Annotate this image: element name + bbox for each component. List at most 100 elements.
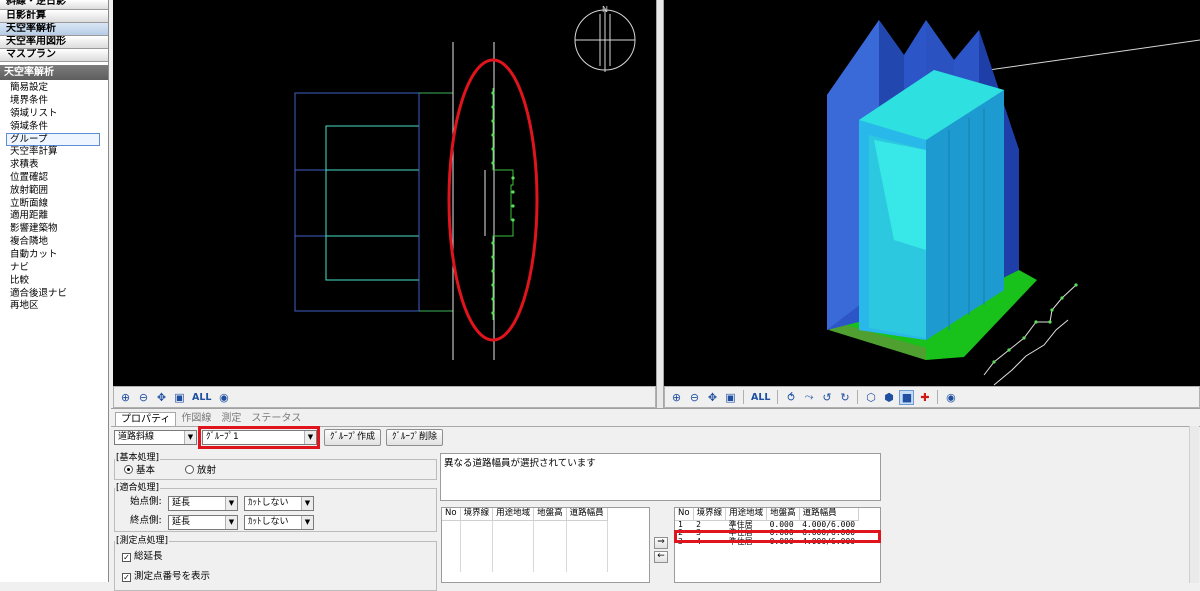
- sidebar-item[interactable]: 簡易設定: [0, 82, 108, 95]
- start-cut-value: ｶｯﾄしない: [248, 498, 289, 508]
- rotate-tilt-icon[interactable]: ⤳: [801, 390, 816, 405]
- start-side-label: 始点側:: [130, 496, 162, 507]
- sidebar-section-header: 天空率解析: [0, 65, 108, 80]
- sidebar-item[interactable]: 影響建築物: [0, 223, 108, 236]
- start-mode-value: 延長: [172, 498, 191, 508]
- hidden-line-icon[interactable]: ⬢: [881, 390, 896, 405]
- tab-properties[interactable]: プロパティ: [115, 412, 177, 426]
- sidebar-item[interactable]: 自動カット: [0, 249, 108, 262]
- sidebar-top-button[interactable]: 日影計算: [0, 10, 108, 23]
- column-header[interactable]: 地盤高: [533, 508, 567, 521]
- view-splitter[interactable]: [656, 0, 664, 408]
- basic-process-group: [基本処理] 基本 放射: [114, 453, 437, 480]
- radio-radial[interactable]: 放射: [185, 465, 216, 477]
- toolbar-separator: [857, 390, 859, 404]
- sidebar-item-selected[interactable]: グループ: [6, 133, 100, 147]
- column-header[interactable]: 用途地域: [492, 508, 535, 521]
- sidebar-item[interactable]: 位置確認: [0, 172, 108, 185]
- zoom-out-icon[interactable]: ⊖: [136, 390, 151, 405]
- chevron-down-icon: ▼: [225, 516, 237, 529]
- radio-basic[interactable]: 基本: [124, 465, 155, 477]
- sidebar-item[interactable]: 求積表: [0, 159, 108, 172]
- sidebar-item[interactable]: 立断面線: [0, 198, 108, 211]
- sidebar-item[interactable]: 放射範囲: [0, 185, 108, 198]
- move-left-button[interactable]: ←: [654, 551, 668, 563]
- eye-icon[interactable]: ◉: [216, 390, 231, 405]
- perspective-view-3d[interactable]: [664, 0, 1200, 386]
- sidebar-item[interactable]: 天空率計算: [0, 146, 108, 159]
- rotate-horizontal-icon[interactable]: ⥀: [783, 390, 798, 405]
- sidebar-top-button[interactable]: 天空率用図形: [0, 36, 108, 49]
- perspective-view-toolbar: ⊕ ⊖ ✥ ▣ ALL ⥀ ⤳ ↺ ↻ ⬡ ⬢ ■ ✚ ◉: [664, 386, 1200, 408]
- highlight-box-row: [674, 530, 881, 543]
- create-group-button[interactable]: ｸﾞﾙｰﾌﾟ作成: [324, 429, 381, 446]
- start-mode-select[interactable]: 延長 ▼: [168, 496, 238, 511]
- measure-point-group: [測定点処理] ✓ 総延長 ✓ 測定点番号を表示: [114, 536, 437, 591]
- column-header[interactable]: 地盤高: [766, 508, 800, 521]
- sidebar-top-button[interactable]: 斜線・逆日影: [0, 0, 108, 10]
- sidebar-item[interactable]: 境界条件: [0, 95, 108, 108]
- sidebar-item[interactable]: 領域リスト: [0, 108, 108, 121]
- slant-type-select[interactable]: 道路斜線 ▼: [114, 430, 197, 445]
- rotate-left-icon[interactable]: ↺: [819, 390, 834, 405]
- zoom-all-button[interactable]: ALL: [749, 390, 772, 405]
- group-roads-table[interactable]: No 境界線 用途地域 地盤高 道路幅員 1 2 準住居 0.000 4.000…: [674, 507, 881, 583]
- sidebar: 斜線・逆日影 日影計算 天空率解析 天空率用図形 マスプラン 天空率解析 簡易設…: [0, 0, 109, 582]
- toolbar-separator: [743, 390, 744, 404]
- column-header[interactable]: No: [675, 508, 694, 521]
- shaded-view-icon[interactable]: ■: [899, 389, 915, 405]
- adapt-process-group: [適合処理] 始点側: 延長 ▼ ｶｯﾄしない ▼ 終点側: 延長 ▼ ｶｯﾄし…: [114, 483, 437, 532]
- sidebar-item[interactable]: 比較: [0, 275, 108, 288]
- panel-scrollbar[interactable]: [1189, 426, 1199, 583]
- total-length-checkbox[interactable]: ✓ 総延長: [122, 551, 163, 563]
- measure-point-title: [測定点処理]: [115, 536, 170, 547]
- end-cut-select[interactable]: ｶｯﾄしない ▼: [244, 515, 314, 530]
- building-3d-model: [827, 20, 1200, 386]
- zoom-out-icon[interactable]: ⊖: [687, 390, 702, 405]
- sidebar-item[interactable]: 複合隣地: [0, 236, 108, 249]
- zoom-window-icon[interactable]: ▣: [723, 390, 738, 405]
- highlight-box-group: [198, 426, 320, 449]
- tab-drawing-lines[interactable]: 作図線: [176, 412, 216, 426]
- section-cut-icon[interactable]: ✚: [917, 390, 932, 405]
- rotate-right-icon[interactable]: ↻: [837, 390, 852, 405]
- zoom-in-icon[interactable]: ⊕: [118, 390, 133, 405]
- show-point-numbers-checkbox[interactable]: ✓ 測定点番号を表示: [122, 571, 210, 583]
- column-header[interactable]: 境界線: [693, 508, 727, 521]
- plan-view-2d[interactable]: N: [113, 0, 656, 386]
- pan-icon[interactable]: ✥: [154, 390, 169, 405]
- wireframe-icon[interactable]: ⬡: [863, 390, 878, 405]
- pan-icon[interactable]: ✥: [705, 390, 720, 405]
- sidebar-item[interactable]: 領域条件: [0, 121, 108, 134]
- zoom-all-button[interactable]: ALL: [190, 390, 213, 405]
- move-right-button[interactable]: ⇒: [654, 537, 668, 549]
- tab-measure[interactable]: 測定: [216, 412, 246, 426]
- column-header[interactable]: 道路幅員: [799, 508, 859, 521]
- eye-icon[interactable]: ◉: [943, 390, 958, 405]
- panel-tabs: プロパティ 作図線 測定 ステータス: [115, 412, 306, 426]
- sidebar-item[interactable]: 適合後退ナビ: [0, 288, 108, 301]
- sidebar-top-button-active[interactable]: 天空率解析: [0, 23, 108, 36]
- property-panel: プロパティ 作図線 測定 ステータス 道路斜線 ▼ ｸﾞﾙｰﾌﾟ1 ▼ ｸﾞﾙｰ…: [111, 408, 1200, 591]
- zoom-in-icon[interactable]: ⊕: [669, 390, 684, 405]
- column-header[interactable]: No: [442, 508, 461, 521]
- plan-drawing: N: [294, 5, 636, 360]
- end-mode-select[interactable]: 延長 ▼: [168, 515, 238, 530]
- start-cut-select[interactable]: ｶｯﾄしない ▼: [244, 496, 314, 511]
- toolbar-separator: [937, 390, 939, 404]
- svg-text:N: N: [602, 5, 608, 14]
- north-arrow-icon: N: [574, 5, 636, 72]
- tab-status[interactable]: ステータス: [246, 412, 306, 426]
- zoom-window-icon[interactable]: ▣: [172, 390, 187, 405]
- end-side-label: 終点側:: [130, 515, 162, 526]
- column-header[interactable]: 境界線: [460, 508, 494, 521]
- available-roads-table[interactable]: No 境界線 用途地域 地盤高 道路幅員: [441, 507, 650, 583]
- delete-group-button[interactable]: ｸﾞﾙｰﾌﾟ削除: [386, 429, 443, 446]
- sidebar-item[interactable]: ナビ: [0, 262, 108, 275]
- sidebar-item[interactable]: 適用距離: [0, 210, 108, 223]
- sidebar-top-button[interactable]: マスプラン: [0, 49, 108, 62]
- column-header[interactable]: 用途地域: [725, 508, 768, 521]
- sidebar-item[interactable]: 再地区: [0, 300, 108, 313]
- chevron-down-icon: ▼: [184, 431, 196, 444]
- column-header[interactable]: 道路幅員: [566, 508, 608, 521]
